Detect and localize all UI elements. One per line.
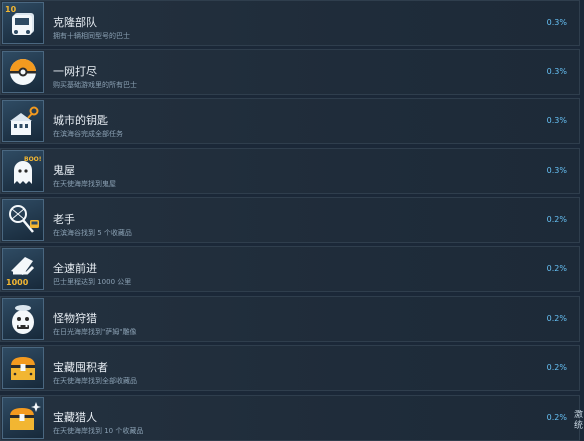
net-bus-icon <box>2 199 44 241</box>
ball-collection-icon <box>2 51 44 93</box>
achievement-description: 在天使海岸找到全部收藏品 <box>53 377 137 385</box>
unlock-percent: 0.2% <box>546 215 567 224</box>
ghost-icon: BOO! <box>2 150 44 192</box>
unlock-percent: 0.3% <box>546 67 567 76</box>
unlock-percent: 0.3% <box>546 116 567 125</box>
treasure-chest-icon <box>2 347 44 389</box>
svg-text:10: 10 <box>5 5 17 14</box>
achievement-title: 城市的钥匙 <box>53 114 108 127</box>
achievement-row[interactable]: 一网打尽 购买基础游戏里的所有巴士 0.3% <box>0 49 580 95</box>
achievement-row[interactable]: 宝藏囤积者 在天使海岸找到全部收藏品 0.2% <box>0 345 580 391</box>
achievement-title: 宝藏囤积者 <box>53 361 108 374</box>
monster-icon <box>2 298 44 340</box>
achievement-title: 一网打尽 <box>53 65 97 78</box>
achievement-row[interactable]: 宝藏猎人 在天使海岸找到 10 个收藏品 0.2% <box>0 395 580 441</box>
unlock-percent: 0.2% <box>546 314 567 323</box>
achievement-description: 在滨海谷找到 5 个收藏品 <box>53 229 132 237</box>
achievement-row[interactable]: 1000 全速前进 巴士里程达到 1000 公里 0.2% <box>0 246 580 292</box>
unlock-percent: 0.3% <box>546 18 567 27</box>
unlock-percent: 0.2% <box>546 264 567 273</box>
unlock-percent: 0.3% <box>546 166 567 175</box>
achievement-description: 拥有十辆相同型号的巴士 <box>53 32 130 40</box>
achievement-row[interactable]: 城市的钥匙 在滨海谷完成全部任务 0.3% <box>0 98 580 144</box>
achievement-description: 巴士里程达到 1000 公里 <box>53 278 132 286</box>
speed-1000-icon: 1000 <box>2 248 44 290</box>
achievement-description: 在天使海岸找到 10 个收藏品 <box>53 427 144 435</box>
achievement-row[interactable]: 怪物狩猎 在日光海岸找到"萨姆"雕像 0.2% <box>0 296 580 342</box>
achievement-description: 在天使海岸找到鬼屋 <box>53 180 116 188</box>
achievement-description: 购买基础游戏里的所有巴士 <box>53 81 137 89</box>
achievement-description: 在日光海岸找到"萨姆"雕像 <box>53 328 137 336</box>
clipped-edge-text: 激 统 <box>574 410 584 431</box>
achievement-title: 宝藏猎人 <box>53 411 97 424</box>
achievement-title: 全速前进 <box>53 262 97 275</box>
bus-fleet-icon: 10 <box>2 2 44 44</box>
city-key-icon <box>2 100 44 142</box>
svg-text:1000: 1000 <box>6 278 29 287</box>
achievement-title: 老手 <box>53 213 75 226</box>
achievement-title: 克隆部队 <box>53 16 97 29</box>
achievement-row[interactable]: BOO! 鬼屋 在天使海岸找到鬼屋 0.3% <box>0 148 580 194</box>
achievement-row[interactable]: 老手 在滨海谷找到 5 个收藏品 0.2% <box>0 197 580 243</box>
achievement-description: 在滨海谷完成全部任务 <box>53 130 123 138</box>
achievement-title: 怪物狩猎 <box>53 312 97 325</box>
treasure-hunter-icon <box>2 397 44 439</box>
unlock-percent: 0.2% <box>546 413 567 422</box>
achievement-row[interactable]: 10 克隆部队 拥有十辆相同型号的巴士 0.3% <box>0 0 580 46</box>
unlock-percent: 0.2% <box>546 363 567 372</box>
svg-text:BOO!: BOO! <box>24 156 42 163</box>
achievement-title: 鬼屋 <box>53 164 75 177</box>
